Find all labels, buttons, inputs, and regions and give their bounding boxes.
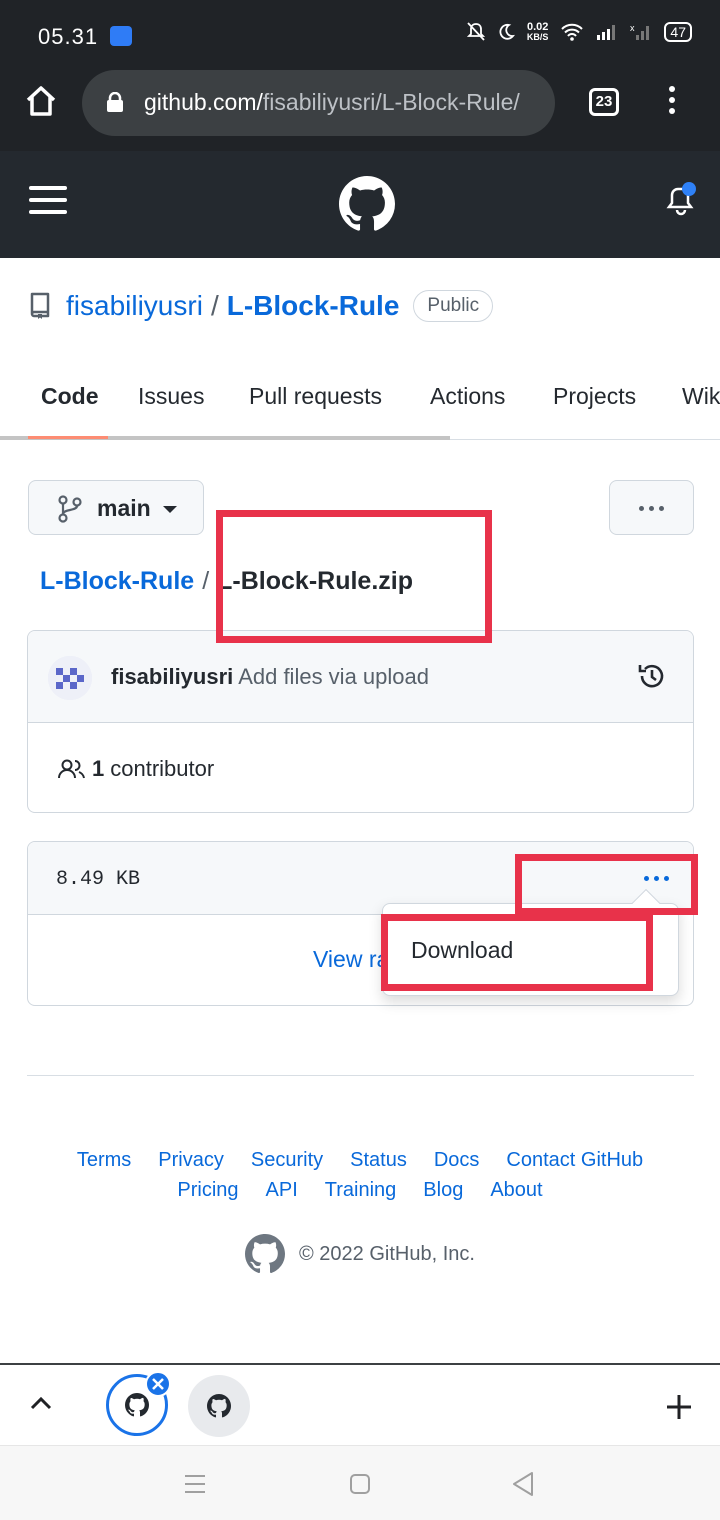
tab-issues[interactable]: Issues [138,383,204,410]
chevron-down-icon [163,506,177,513]
footer-link-docs[interactable]: Docs [434,1149,480,1172]
recents-menu-icon[interactable] [183,1474,207,1494]
footer-link-training[interactable]: Training [325,1179,397,1202]
latest-commit: fisabiliyusri Add files via upload [28,631,693,723]
url-bar[interactable]: github.com/fisabiliyusri/L-Block-Rule/ [82,70,555,136]
footer-link-terms[interactable]: Terms [77,1149,131,1172]
status-bar: 05.31 0.02 KB/S x 47 [0,0,720,68]
contributor-label: contributor [110,756,215,781]
tab-code[interactable]: Code [41,383,99,410]
back-triangle-icon[interactable] [511,1471,535,1497]
system-nav-bar [0,1445,720,1520]
breadcrumb-separator: / [202,567,210,595]
new-tab-plus-icon[interactable] [665,1393,693,1421]
signal-icon [597,25,616,40]
github-header [0,151,720,258]
annotation-box-download [381,914,653,991]
notification-bell-icon[interactable] [664,181,700,221]
footer-links-row-1: Terms Privacy Security Status Docs Conta… [0,1149,720,1172]
tab-github-icon-2 [207,1394,231,1418]
battery-indicator: 47 [664,22,692,42]
commit-text: fisabiliyusri Add files via upload [111,664,429,690]
repo-separator: / [210,290,219,321]
branch-icon [58,495,82,523]
footer-link-blog[interactable]: Blog [423,1179,463,1202]
footer-divider [27,1075,694,1076]
people-icon [58,759,85,779]
footer-copyright: © 2022 GitHub, Inc. [245,1234,475,1274]
url-text: github.com/fisabiliyusri/L-Block-Rule/ [144,89,520,115]
commit-info-box: fisabiliyusri Add files via upload 1 con… [27,630,694,813]
breadcrumb-repo-link[interactable]: L-Block-Rule [40,567,194,596]
footer-link-contact[interactable]: Contact GitHub [506,1149,643,1172]
github-logo-icon[interactable] [339,176,395,232]
active-tab-indicator [28,436,108,439]
notification-app-icon [110,26,132,46]
footer-links-row-2: Pricing API Training Blog About [0,1179,720,1202]
lock-icon [107,92,123,112]
tab-switcher-button[interactable]: 23 [589,88,619,116]
visibility-badge: Public [413,290,494,322]
ellipsis-icon [639,506,664,511]
more-options-button[interactable] [609,480,694,535]
repo-name-link[interactable]: L-Block-Rule [227,290,400,322]
browser-menu-icon[interactable] [662,86,682,120]
footer-link-status[interactable]: Status [350,1149,407,1172]
wifi-icon [561,23,584,41]
repo-tabs: Code Issues Pull requests Actions Projec… [0,370,720,440]
commit-message[interactable]: Add files via upload [238,664,429,689]
browser-tab-strip [0,1363,720,1445]
tab-thumbnail[interactable] [188,1375,250,1437]
history-icon[interactable] [637,661,667,691]
repo-title: fisabiliyusri / L-Block-Rule Public [28,290,494,322]
chevron-up-icon[interactable] [30,1395,52,1411]
tab-projects[interactable]: Projects [553,383,636,410]
annotation-box-filename [216,510,492,643]
moon-icon [499,23,515,40]
home-icon[interactable] [24,85,58,117]
close-tab-icon[interactable] [145,1371,171,1397]
repo-icon [30,292,50,319]
github-footer-logo-icon[interactable] [245,1234,285,1274]
footer-link-privacy[interactable]: Privacy [158,1149,224,1172]
tab-wiki[interactable]: Wik [682,383,720,410]
footer-link-api[interactable]: API [266,1179,298,1202]
footer-link-pricing[interactable]: Pricing [177,1179,238,1202]
branch-selector-button[interactable]: main [28,480,204,535]
annotation-box-ellipsis [515,854,698,915]
contributor-count: 1 [92,756,105,781]
avatar[interactable] [48,656,92,700]
tab-pull-requests[interactable]: Pull requests [249,383,382,410]
status-time: 05.31 [38,24,99,49]
svg-text:x: x [630,23,635,33]
tab-actions[interactable]: Actions [430,383,505,410]
repo-owner-link[interactable]: fisabiliyusri [66,290,203,322]
mute-icon [466,22,485,41]
footer-link-about[interactable]: About [490,1179,542,1202]
hamburger-menu-icon[interactable] [29,184,67,216]
branch-label: main [97,495,151,521]
commit-author-link[interactable]: fisabiliyusri [111,664,233,689]
home-square-icon[interactable] [349,1473,371,1495]
footer-link-security[interactable]: Security [251,1149,323,1172]
tab-github-icon [125,1393,149,1417]
contributors[interactable]: 1 contributor [58,756,214,782]
network-speed: 0.02 KB/S [526,21,549,43]
file-size: 8.49 KB [56,868,141,891]
copyright-text: © 2022 GitHub, Inc. [299,1242,475,1265]
signal-icon-2: x [630,23,650,40]
browser-toolbar: github.com/fisabiliyusri/L-Block-Rule/ 2… [0,68,720,151]
